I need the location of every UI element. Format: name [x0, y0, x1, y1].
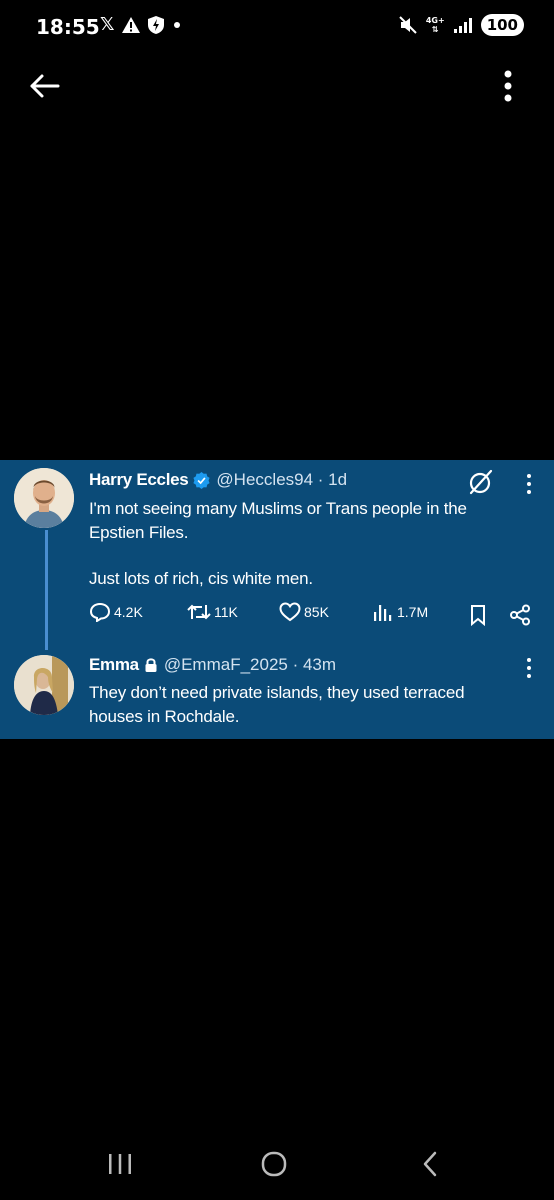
repost-button[interactable]: 11K	[187, 602, 238, 622]
lock-icon	[145, 658, 157, 672]
grok-icon[interactable]	[467, 468, 495, 496]
reply-text-line-1: They don’t need private islands, they us…	[89, 683, 465, 702]
verified-badge-icon	[193, 471, 210, 489]
recent-apps-icon[interactable]	[100, 1146, 140, 1182]
reply-author-name[interactable]: Emma	[89, 655, 139, 675]
arrow-left-icon	[30, 74, 60, 98]
tweet-header: Harry Eccles @Heccles94 · 1d	[89, 470, 347, 490]
mute-icon	[399, 16, 417, 34]
thread-line	[45, 530, 48, 650]
share-icon[interactable]	[509, 604, 531, 626]
more-options-button[interactable]	[492, 66, 524, 106]
views-button[interactable]: 1.7M	[372, 602, 428, 622]
status-bar: 18:55 𝕏 4G+ ⇅ 100	[0, 0, 554, 56]
tweet-more-icon[interactable]	[524, 473, 534, 495]
avatar-photo	[14, 655, 74, 715]
repost-count: 11K	[214, 604, 238, 620]
reply-icon	[89, 602, 111, 622]
data-arrows-icon: ⇅	[431, 25, 439, 34]
dot-icon	[173, 22, 180, 28]
system-nav-bar	[0, 1130, 554, 1200]
views-count: 1.7M	[397, 604, 429, 620]
warning-icon	[121, 17, 140, 33]
views-chart-icon	[374, 605, 392, 621]
tweet-action-bar: 4.2K 11K 85K 1.7M	[89, 602, 539, 628]
x-logo-icon: 𝕏	[100, 14, 115, 35]
reply-author-avatar[interactable]	[14, 655, 74, 715]
more-vertical-icon	[504, 70, 512, 102]
back-icon[interactable]	[410, 1146, 450, 1182]
reply-header: Emma @EmmaF_2025 · 43m	[89, 655, 336, 675]
reply-count: 4.2K	[114, 604, 143, 620]
reply-handle-time: @EmmaF_2025 · 43m	[163, 655, 337, 674]
status-time: 18:55	[36, 15, 100, 39]
back-button[interactable]	[26, 66, 66, 106]
reply-button[interactable]: 4.2K	[89, 602, 143, 622]
reply-text-line-2: houses in Rochdale.	[89, 707, 240, 726]
author-avatar[interactable]	[14, 468, 74, 528]
signal-icon	[453, 18, 472, 33]
repost-icon	[187, 604, 211, 620]
network-indicator: 4G+ ⇅	[426, 16, 445, 34]
tweet-text-line-3: Just lots of rich, cis white men.	[89, 569, 313, 588]
author-handle-time: @Heccles94 · 1d	[216, 470, 348, 489]
battery-indicator: 100	[480, 14, 524, 36]
shield-icon	[147, 16, 164, 34]
tweet-text-line-2: Epstien Files.	[89, 523, 189, 542]
heart-icon	[279, 602, 301, 622]
status-notification-icons: 𝕏	[100, 14, 183, 36]
network-label: 4G+	[425, 16, 445, 25]
tweet-text-line-1: I'm not seeing many Muslims or Trans peo…	[89, 499, 467, 518]
like-button[interactable]: 85K	[279, 602, 329, 622]
home-icon[interactable]	[254, 1146, 294, 1182]
author-name[interactable]: Harry Eccles	[89, 470, 189, 490]
avatar-photo	[14, 468, 74, 528]
tweet-screenshot: Harry Eccles @Heccles94 · 1d I'm not see…	[0, 460, 554, 739]
status-system-icons: 4G+ ⇅ 100	[398, 14, 524, 36]
reply-more-icon[interactable]	[524, 657, 534, 679]
bookmark-icon[interactable]	[469, 604, 487, 626]
like-count: 85K	[304, 604, 329, 620]
